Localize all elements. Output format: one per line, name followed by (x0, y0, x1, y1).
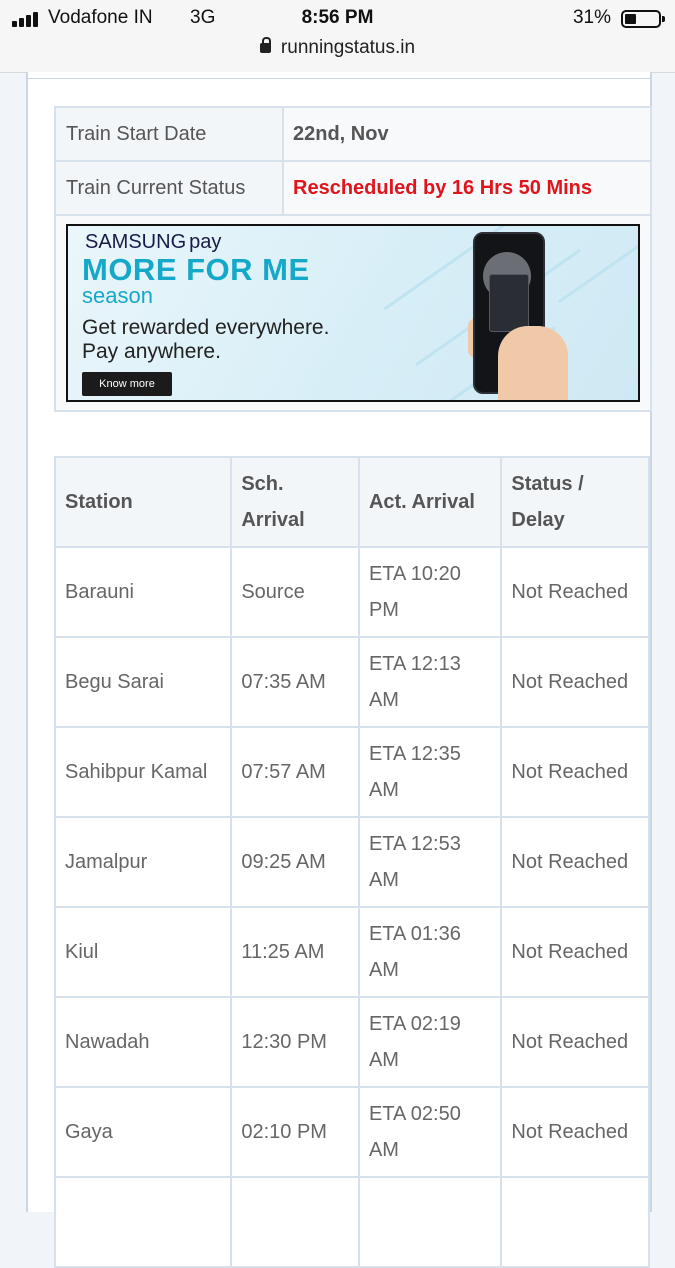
samsung-pay-ad-banner[interactable]: SAMSUNG pay MORE FOR ME season Get reward… (66, 224, 640, 402)
actual-arrival: ETA 12:35 AM (357, 726, 503, 818)
scheduled-arrival: Source (230, 546, 360, 638)
actual-arrival: ETA 12:53 AM (357, 816, 503, 908)
station-name: Nawadah (53, 996, 233, 1088)
know-more-button[interactable]: Know more (82, 372, 172, 396)
actual-arrival: ETA 02:50 AM (357, 1086, 503, 1178)
station-name: Gaya (53, 1086, 233, 1178)
start-date-value: 22nd, Nov (282, 106, 652, 162)
header-sch-arrival: Sch. Arrival (230, 456, 360, 548)
station-name: Kiul (53, 906, 233, 998)
table-row-partial (53, 1176, 650, 1268)
hand-illustration (498, 326, 568, 400)
station-name: Begu Sarai (53, 636, 233, 728)
status-delay: Not Reached (500, 1086, 650, 1178)
header-act-arrival: Act. Arrival (357, 456, 503, 548)
status-delay: Not Reached (500, 816, 650, 908)
ad-brand: SAMSUNG pay (85, 231, 222, 253)
table-header-row: Station Sch. Arrival Act. Arrival Status … (53, 456, 650, 548)
start-date-label: Train Start Date (54, 106, 284, 162)
train-start-date-row: Train Start Date 22nd, Nov (54, 106, 652, 162)
table-row: Kiul 11:25 AM ETA 01:36 AM Not Reached (53, 906, 650, 998)
station-name: Barauni (53, 546, 233, 638)
table-row: Jamalpur 09:25 AM ETA 12:53 AM Not Reached (53, 816, 650, 908)
header-station: Station (53, 456, 233, 548)
table-row: Gaya 02:10 PM ETA 02:50 AM Not Reached (53, 1086, 650, 1178)
station-name: Jamalpur (53, 816, 233, 908)
scheduled-arrival: 09:25 AM (230, 816, 360, 908)
scheduled-arrival: 12:30 PM (230, 996, 360, 1088)
page-content: Train Start Date 22nd, Nov Train Current… (26, 72, 652, 1268)
train-info-table: Train Start Date 22nd, Nov Train Current… (54, 106, 652, 412)
train-current-status-row: Train Current Status Rescheduled by 16 H… (54, 160, 652, 216)
ad-line-2: Pay anywhere. (82, 340, 221, 363)
scheduled-arrival: 07:35 AM (230, 636, 360, 728)
address-bar[interactable]: runningstatus.in (0, 37, 675, 59)
actual-arrival: ETA 01:36 AM (357, 906, 503, 998)
ad-subheadline: season (82, 283, 153, 308)
status-delay: Not Reached (500, 996, 650, 1088)
actual-arrival: ETA 02:19 AM (357, 996, 503, 1088)
battery-percent: 31% (572, 7, 611, 28)
table-row: Sahibpur Kamal 07:57 AM ETA 12:35 AM Not Rea… (53, 726, 650, 818)
advertisement-row: SAMSUNG pay MORE FOR ME season Get reward… (54, 214, 652, 412)
station-name: Sahibpur Kamal (53, 726, 233, 818)
actual-arrival: ETA 12:13 AM (357, 636, 503, 728)
table-row: Begu Sarai 07:35 AM ETA 12:13 AM Not Reached (53, 636, 650, 728)
status-delay: Not Reached (500, 636, 650, 728)
current-status-label: Train Current Status (54, 160, 284, 216)
station-schedule-table: Station Sch. Arrival Act. Arrival Status … (53, 456, 650, 1268)
current-status-value: Rescheduled by 16 Hrs 50 Mins (282, 160, 652, 216)
scheduled-arrival: 11:25 AM (230, 906, 360, 998)
scheduled-arrival: 02:10 PM (230, 1086, 360, 1178)
table-row: Nawadah 12:30 PM ETA 02:19 AM Not Reached (53, 996, 650, 1088)
ad-line-1: Get rewarded everywhere. (82, 316, 330, 339)
status-delay: Not Reached (500, 726, 650, 818)
lock-icon (259, 37, 271, 53)
header-status-delay: Status / Delay (500, 456, 650, 548)
scheduled-arrival: 07:57 AM (230, 726, 360, 818)
ios-status-bar: Vodafone IN 3G 8:56 PM 31% runningstatus… (0, 0, 675, 73)
table-row: Barauni Source ETA 10:20 PM Not Reached (53, 546, 650, 638)
actual-arrival: ETA 10:20 PM (357, 546, 503, 638)
ad-brand-suffix: pay (189, 231, 222, 253)
status-delay: Not Reached (500, 546, 650, 638)
battery-icon (621, 10, 665, 28)
url-text[interactable]: runningstatus.in (281, 37, 415, 58)
status-delay: Not Reached (500, 906, 650, 998)
